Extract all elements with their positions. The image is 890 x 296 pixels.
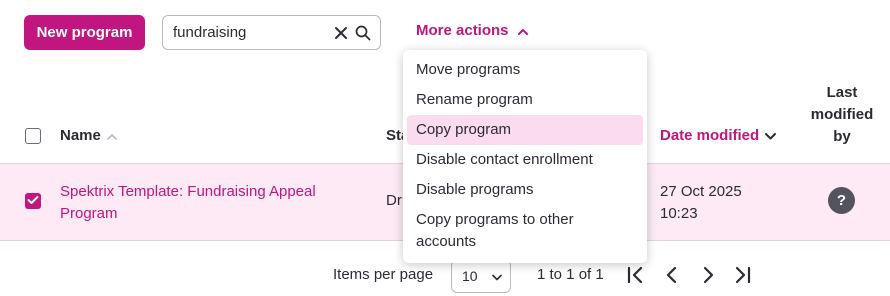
unknown-user-avatar[interactable]: ?: [828, 187, 855, 214]
pagination-range: 1 to 1 of 1: [537, 266, 604, 283]
items-per-page-label: Items per page: [333, 266, 434, 283]
time-line: 10:23: [660, 205, 698, 222]
menu-item-rename-program[interactable]: Rename program: [407, 85, 643, 115]
program-name-line: Spektrix Template: Fundraising Appeal: [60, 183, 316, 200]
previous-page-icon[interactable]: [661, 264, 683, 286]
menu-item-label: Disable programs: [416, 181, 534, 198]
program-name-line: Program: [60, 205, 118, 222]
clear-icon[interactable]: [332, 24, 350, 42]
next-page-icon[interactable]: [697, 264, 719, 286]
checkmark-icon: [27, 192, 39, 210]
menu-item-label: Move programs: [416, 61, 521, 78]
menu-item-disable-contact-enrollment[interactable]: Disable contact enrollment: [407, 145, 643, 175]
sort-down-icon: [765, 127, 777, 144]
column-header-date-modified-label: Date modified: [660, 127, 760, 144]
search-icon[interactable]: [354, 24, 372, 42]
program-status: Dr: [386, 192, 402, 209]
select-all-checkbox[interactable]: [25, 128, 41, 144]
menu-item-copy-programs-to-other-accounts[interactable]: Copy programs to other accounts: [407, 205, 643, 257]
header-line: modified: [810, 106, 874, 123]
search-field[interactable]: [162, 15, 381, 50]
menu-item-copy-program[interactable]: Copy program: [407, 115, 643, 145]
row-checkbox[interactable]: [25, 193, 41, 209]
menu-item-label: Disable contact enrollment: [416, 151, 593, 168]
menu-item-label-line: Copy programs to other: [416, 211, 574, 228]
column-header-date-modified[interactable]: Date modified: [660, 127, 777, 144]
column-header-name[interactable]: Name: [60, 127, 117, 144]
menu-item-move-programs[interactable]: Move programs: [407, 55, 643, 85]
more-actions-menu: Move programs Rename program Copy progra…: [403, 50, 647, 263]
header-line: by: [833, 128, 851, 145]
sort-up-icon: [107, 127, 117, 144]
menu-item-label: Copy program: [416, 121, 512, 138]
items-per-page-select[interactable]: 10: [451, 259, 511, 293]
date-line: 27 Oct 2025: [660, 183, 742, 200]
column-header-name-label: Name: [60, 127, 101, 144]
new-program-button[interactable]: New program: [24, 15, 145, 50]
column-header-last-modified-by[interactable]: Last modified by: [800, 82, 884, 148]
more-actions-button[interactable]: More actions: [416, 22, 528, 39]
menu-item-label-line: accounts: [416, 233, 477, 250]
chevron-up-icon: [517, 22, 528, 39]
menu-item-disable-programs[interactable]: Disable programs: [407, 175, 643, 205]
search-input[interactable]: [173, 24, 328, 41]
last-page-icon[interactable]: [731, 264, 753, 286]
items-per-page-value: 10: [462, 268, 478, 284]
first-page-icon[interactable]: [625, 264, 647, 286]
menu-item-label: Rename program: [416, 91, 533, 108]
date-modified-value: 27 Oct 2025 10:23: [660, 181, 742, 225]
header-line: Last: [826, 84, 858, 101]
chevron-down-icon: [492, 268, 502, 284]
program-name-link[interactable]: Spektrix Template: Fundraising Appeal Pr…: [60, 181, 360, 225]
more-actions-label: More actions: [416, 22, 509, 39]
